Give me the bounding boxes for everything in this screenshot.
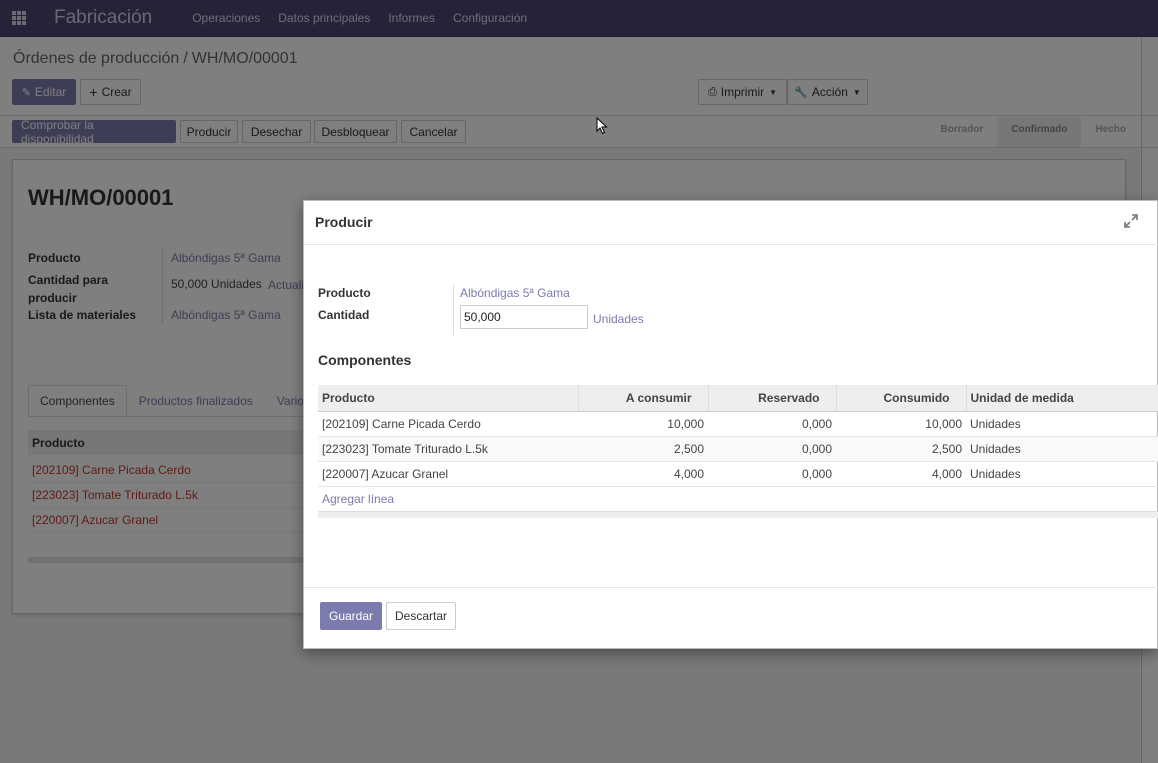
quantity-input[interactable] [460,305,588,329]
row-reserved: 0,000 [708,461,836,487]
add-line-link[interactable]: Agregar línea [322,492,394,506]
row-to-consume: 4,000 [578,461,708,487]
row-uom: Unidades [966,436,1158,462]
mouse-cursor-icon [596,117,608,135]
col-reservado[interactable]: Reservado [707,385,836,412]
modal-header: Producir [304,201,1158,245]
modal-product-label: Producto [318,286,371,300]
expand-icon[interactable] [1123,213,1139,229]
col-consumido[interactable]: Consumido [835,385,966,412]
col-producto[interactable]: Producto [318,385,578,412]
row-reserved: 0,000 [708,436,836,462]
components-table-footer [318,511,1158,518]
table-row[interactable]: [220007] Azucar Granel 4,000 0,000 4,000… [318,461,1158,487]
row-uom: Unidades [966,411,1158,437]
modal-field-divider [453,285,454,335]
row-reserved: 0,000 [708,411,836,437]
col-a-consumir[interactable]: A consumir [577,385,708,412]
row-uom: Unidades [966,461,1158,487]
produce-dialog: Producir Producto Albóndigas 5ª Gama Can… [303,200,1158,649]
table-row[interactable]: [223023] Tomate Triturado L.5k 2,500 0,0… [318,436,1158,462]
row-consumed[interactable]: 2,500 [836,436,966,462]
row-consumed[interactable]: 10,000 [836,411,966,437]
row-to-consume: 10,000 [578,411,708,437]
table-row[interactable]: [202109] Carne Picada Cerdo 10,000 0,000… [318,411,1158,437]
components-section-title: Componentes [318,352,412,368]
row-product: [223023] Tomate Triturado L.5k [318,436,578,462]
row-product: [202109] Carne Picada Cerdo [318,411,578,437]
row-product: [220007] Azucar Granel [318,461,578,487]
modal-product-value[interactable]: Albóndigas 5ª Gama [460,286,570,300]
discard-button[interactable]: Descartar [386,602,456,630]
components-table: Producto A consumir Reservado Consumido … [318,385,1158,511]
modal-qty-label: Cantidad [318,308,370,322]
save-button[interactable]: Guardar [320,602,382,630]
add-line-row: Agregar línea [318,486,1158,511]
col-unidad-medida[interactable]: Unidad de medida [965,385,1158,412]
row-consumed[interactable]: 4,000 [836,461,966,487]
row-to-consume: 2,500 [578,436,708,462]
modal-footer: Guardar Descartar [304,587,1158,650]
qty-uom[interactable]: Unidades [593,312,644,326]
modal-title: Producir [315,214,373,230]
